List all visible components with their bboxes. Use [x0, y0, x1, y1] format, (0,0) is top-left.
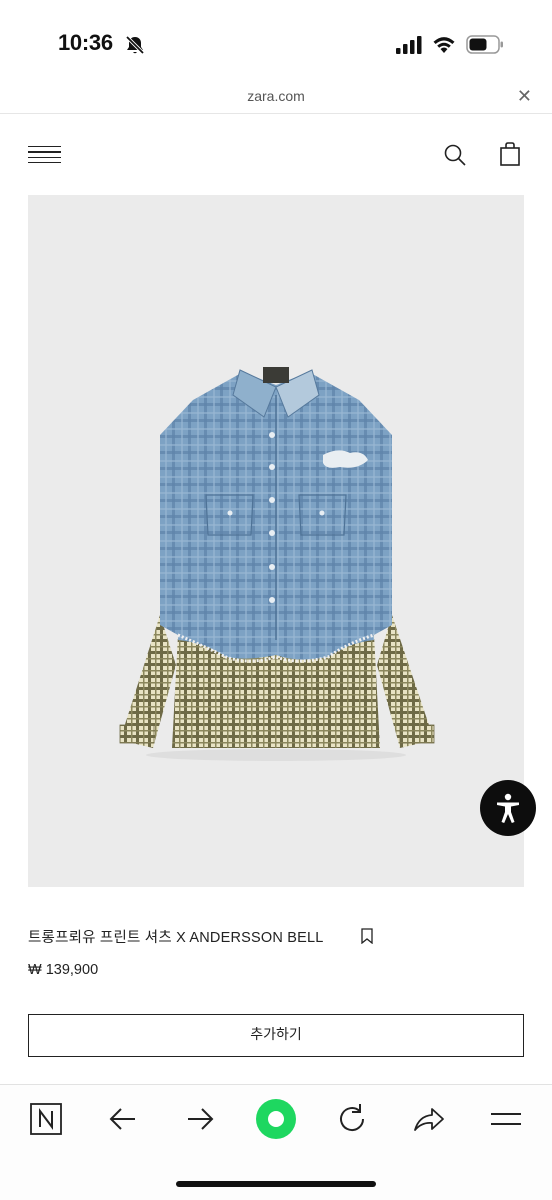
wifi-icon: [433, 37, 455, 53]
accessibility-button[interactable]: [480, 780, 536, 836]
search-icon[interactable]: [442, 142, 468, 168]
reload-icon[interactable]: [332, 1099, 372, 1139]
cellular-signal-icon: [396, 36, 422, 54]
close-icon[interactable]: ✕: [517, 86, 532, 107]
status-time: 10:36: [58, 30, 113, 55]
accessibility-icon: [497, 793, 519, 823]
battery-icon: [466, 35, 503, 54]
denim-plaid-shirt-image: [119, 367, 435, 761]
home-indicator[interactable]: [176, 1181, 376, 1187]
bell-slash-icon: [125, 35, 145, 55]
forward-arrow-icon[interactable]: [180, 1099, 220, 1139]
url-text[interactable]: zara.com: [0, 88, 552, 104]
product-title-row: 트롱프뢰유 프린트 셔츠 X ANDERSSON BELL: [28, 926, 524, 948]
shopping-bag-icon[interactable]: [498, 141, 522, 167]
naver-home-icon[interactable]: [26, 1099, 66, 1139]
site-header: [0, 130, 552, 180]
menu-icon[interactable]: [486, 1099, 526, 1139]
hamburger-icon[interactable]: [28, 146, 61, 164]
product-image[interactable]: [28, 195, 524, 887]
bookmark-icon[interactable]: [360, 928, 374, 944]
add-to-cart-button[interactable]: 추가하기: [28, 1014, 524, 1057]
back-arrow-icon[interactable]: [103, 1099, 143, 1139]
product-price: ₩ 139,900: [28, 962, 99, 978]
share-icon[interactable]: [409, 1099, 449, 1139]
status-bar: 10:36: [0, 0, 552, 86]
url-bar[interactable]: zara.com ✕: [0, 82, 552, 114]
green-dot-icon[interactable]: [254, 1097, 298, 1141]
product-title[interactable]: 트롱프뢰유 프린트 셔츠 X ANDERSSON BELL: [28, 930, 324, 946]
